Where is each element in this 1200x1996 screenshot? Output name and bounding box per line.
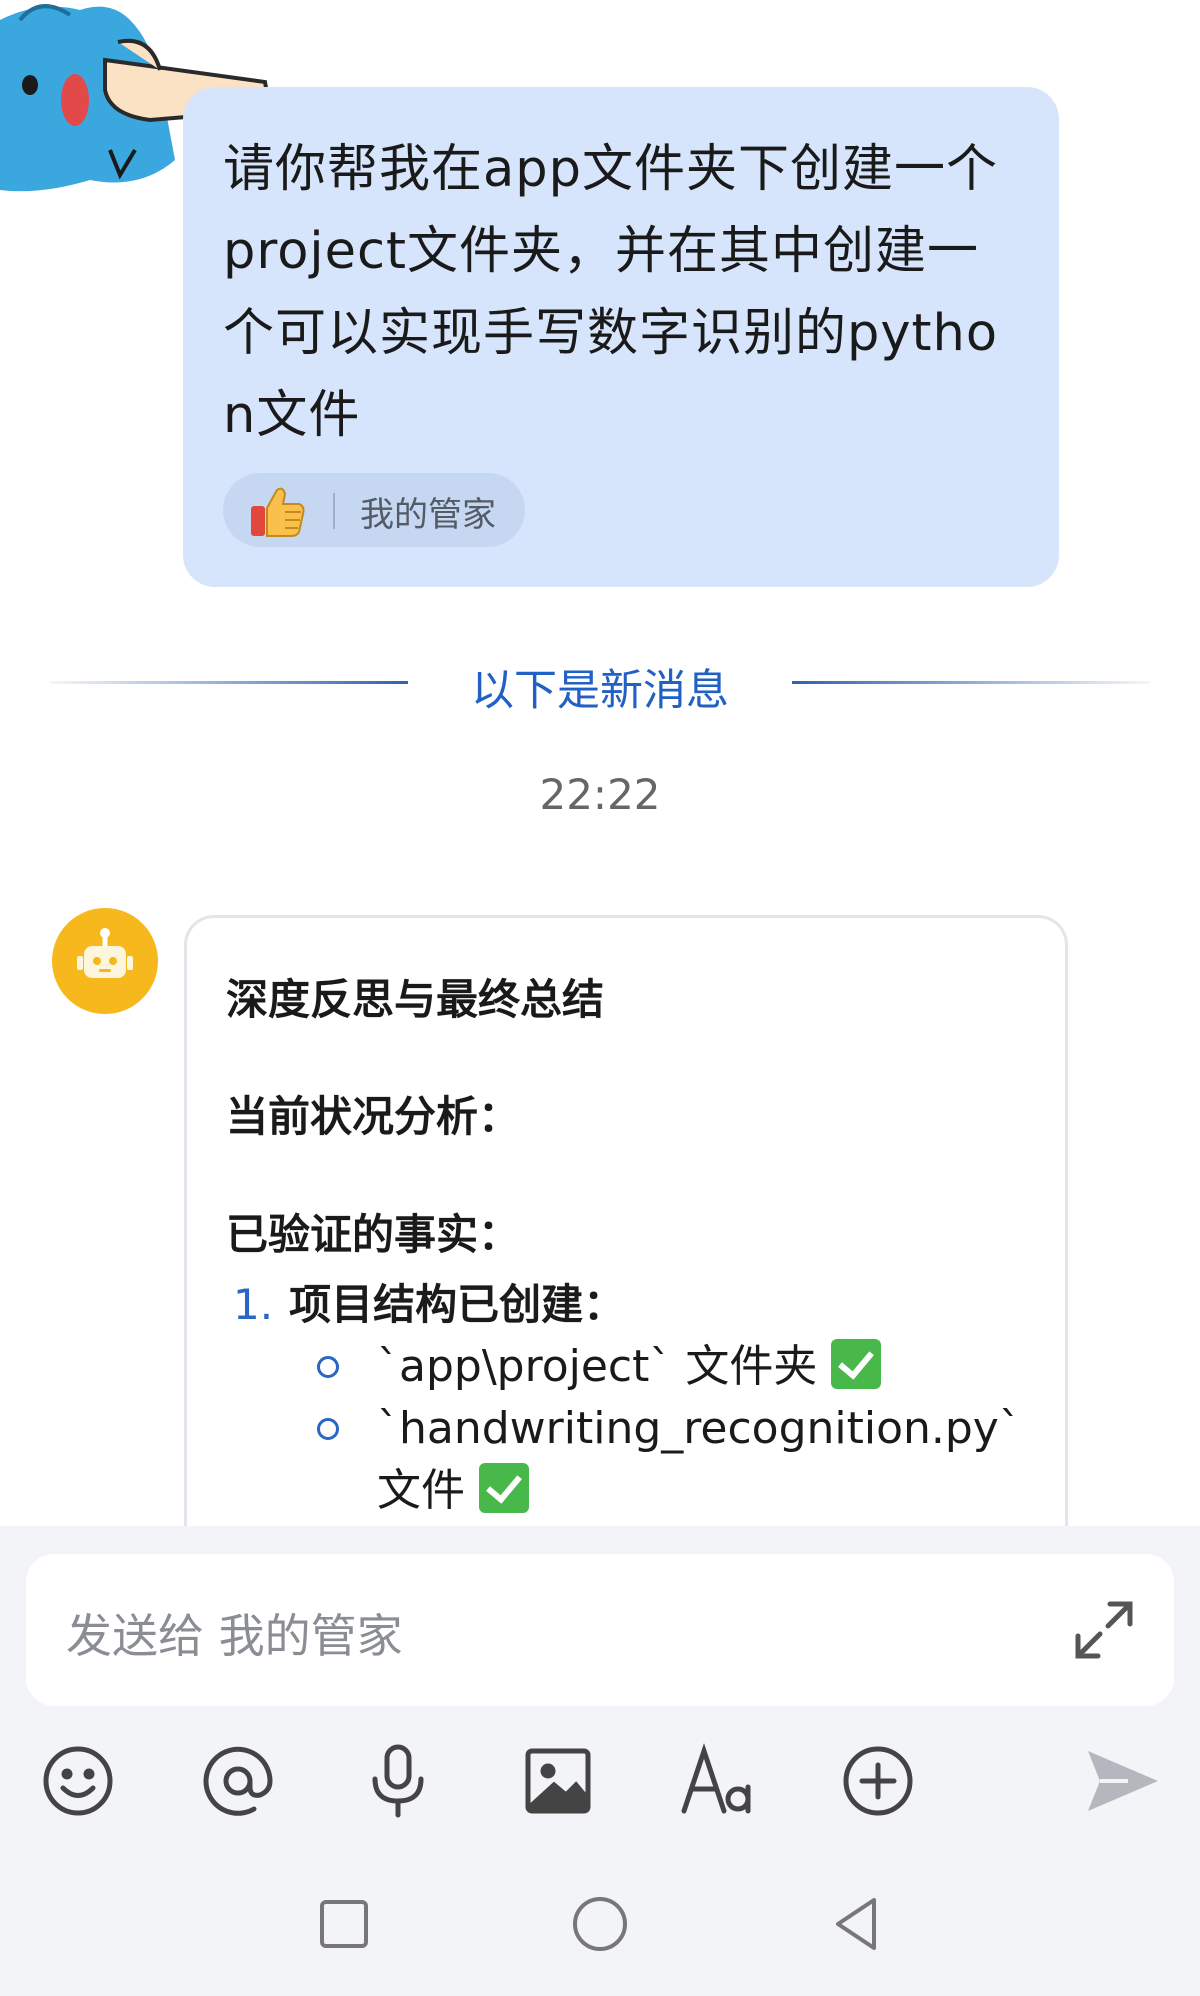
list-number: 1. — [233, 1280, 274, 1329]
plus-icon — [843, 1746, 913, 1816]
recent-apps-icon[interactable] — [314, 1894, 374, 1954]
system-navbar — [0, 1876, 1200, 1976]
message-timestamp: 22:22 — [539, 770, 661, 819]
text-format-button[interactable] — [678, 1741, 758, 1821]
new-messages-label: 以下是新消息 — [471, 666, 729, 716]
list-item-title: 项目结构已创建： — [289, 1280, 626, 1329]
user-message-text: 请你帮我在app文件夹下创建一个project文件夹，并在其中创建一个可以实现手… — [223, 140, 999, 445]
image-button[interactable] — [518, 1741, 598, 1821]
chip-label: 我的管家 — [360, 495, 496, 535]
like-chip[interactable]: 我的管家 — [223, 473, 525, 547]
add-button[interactable] — [838, 1741, 918, 1821]
status-analysis-heading: 当前状况分析： — [226, 1092, 521, 1141]
composer-area: 发送给 我的管家 — [0, 1526, 1200, 1996]
new-messages-divider: 以下是新消息 — [0, 650, 1200, 720]
check-mark-icon — [831, 1339, 882, 1389]
emoji-icon — [43, 1746, 113, 1816]
image-icon — [525, 1748, 591, 1814]
expand-icon[interactable] — [1072, 1598, 1136, 1662]
robot-icon — [77, 928, 133, 978]
send-button[interactable] — [1082, 1741, 1162, 1821]
bullet-icon — [317, 1418, 339, 1440]
bot-avatar[interactable] — [52, 908, 158, 1014]
bullet-icon — [317, 1356, 339, 1378]
text-format-icon — [681, 1743, 751, 1814]
mention-icon — [203, 1746, 273, 1816]
bot-heading: 深度反思与最终总结 — [226, 975, 605, 1024]
check-mark-icon — [479, 1463, 529, 1513]
back-icon[interactable] — [826, 1894, 886, 1954]
divider-line-right — [792, 681, 1150, 684]
verified-facts-heading: 已验证的事实： — [226, 1210, 521, 1259]
composer-toolbar — [0, 1741, 1200, 1841]
message-input[interactable]: 发送给 我的管家 — [26, 1554, 1174, 1706]
sub-item-text: `app\project` 文件夹 — [377, 1341, 818, 1392]
thumbs-up-icon — [251, 487, 305, 537]
sub-item-text: `handwriting_recognition.py` 文件 — [377, 1403, 1021, 1516]
emoji-button[interactable] — [38, 1741, 118, 1821]
voice-button[interactable] — [358, 1741, 438, 1821]
input-placeholder: 发送给 我的管家 — [66, 1609, 403, 1663]
send-icon — [1088, 1751, 1158, 1811]
chip-divider — [333, 493, 335, 529]
home-icon[interactable] — [570, 1894, 630, 1954]
bot-message-card[interactable]: 深度反思与最终总结 当前状况分析： 已验证的事实： 1. 项目结构已创建： `ap… — [184, 915, 1068, 1618]
list-item: 1. 项目结构已创建： — [233, 1271, 625, 1332]
microphone-icon — [372, 1744, 424, 1818]
mention-button[interactable] — [198, 1741, 278, 1821]
user-message-bubble[interactable]: 请你帮我在app文件夹下创建一个project文件夹，并在其中创建一个可以实现手… — [183, 87, 1059, 587]
